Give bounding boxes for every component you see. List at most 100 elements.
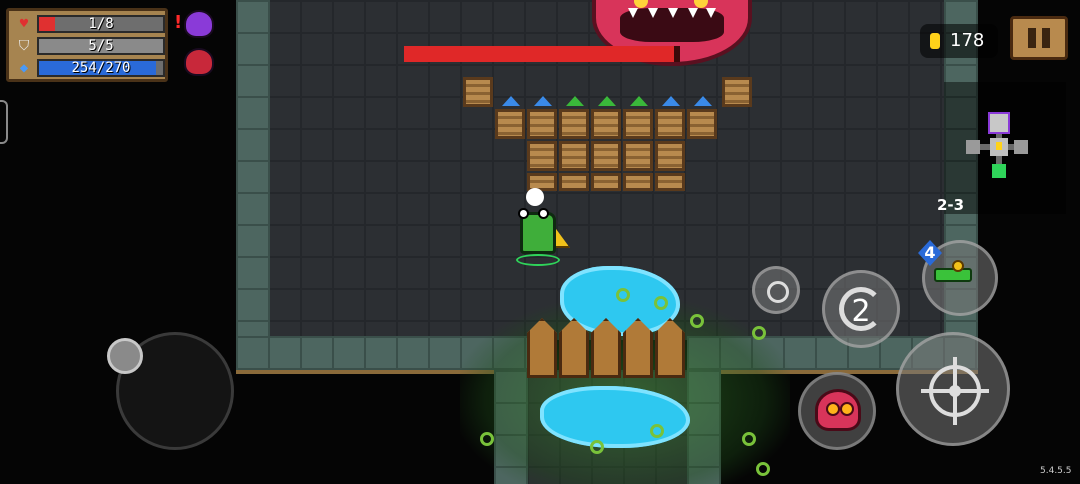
gold-coin-icon xyxy=(930,33,940,49)
spike-trap xyxy=(630,96,648,106)
wooden-crate xyxy=(655,141,685,171)
fence-stake xyxy=(655,318,685,378)
smiley-icon xyxy=(767,281,789,303)
wooden-crate xyxy=(722,77,752,107)
spike-trap xyxy=(694,96,712,106)
armor-value: 5/5 xyxy=(88,38,114,54)
energy-gem-icon: ◆ xyxy=(19,60,29,76)
boss-mouth xyxy=(620,8,724,42)
poison-swirl xyxy=(742,432,756,446)
wooden-crate xyxy=(591,109,621,139)
crosshair-center xyxy=(949,385,961,397)
poison-swirl xyxy=(590,440,604,454)
player-eye xyxy=(538,208,549,219)
spike-trap xyxy=(566,96,584,106)
wooden-crate xyxy=(623,141,653,171)
wooden-crate xyxy=(591,141,621,171)
spike-trap xyxy=(502,96,520,106)
health-bar: 1/8 xyxy=(37,15,165,33)
boss-tooth xyxy=(628,8,638,18)
heart-icon: ♥ xyxy=(19,16,29,32)
pause-icon xyxy=(1028,28,1036,48)
boss-tooth xyxy=(668,8,678,18)
poison-swirl xyxy=(650,424,664,438)
purple-demon-buff-icon xyxy=(184,10,214,38)
left-wall xyxy=(236,0,270,370)
energy-value: 254/270 xyxy=(71,60,131,76)
shield-icon: ⛉ xyxy=(18,38,30,54)
boss-eye xyxy=(634,0,648,8)
skill-button[interactable]: 2 xyxy=(822,270,900,348)
spike-trap xyxy=(534,96,552,106)
red-monster-pet-icon xyxy=(815,389,861,431)
pet-eye xyxy=(840,402,854,416)
health-value: 1/8 xyxy=(88,16,114,32)
spike-trap xyxy=(662,96,680,106)
gold-counter: 178 xyxy=(920,24,998,58)
weapon-energy-cost: 4 xyxy=(924,243,936,262)
pet-eye xyxy=(826,402,840,416)
player-stats-panel: ♥ 1/8 ⛉ 5/5 ◆ 254/270 xyxy=(6,8,168,82)
attack-button[interactable] xyxy=(896,332,1010,446)
fence-stake xyxy=(623,318,653,378)
boss-eye xyxy=(694,0,708,8)
wooden-crate xyxy=(623,173,653,191)
wooden-crate xyxy=(655,173,685,191)
wooden-crate xyxy=(687,109,717,139)
wooden-fence xyxy=(527,318,687,382)
wooden-crate xyxy=(527,141,557,171)
pause-icon xyxy=(1042,28,1050,48)
wooden-crate xyxy=(591,173,621,191)
player-eye xyxy=(518,208,529,219)
pet-skill-button[interactable] xyxy=(798,372,876,450)
spike-trap xyxy=(598,96,616,106)
game-screen: ♥ 1/8 ⛉ 5/5 ◆ 254/270 ! 178 2-3 2 4 5.4.… xyxy=(0,0,1080,484)
minimap-room xyxy=(966,140,980,154)
version-label: 5.4.5.5 xyxy=(1040,466,1072,476)
poison-swirl xyxy=(690,314,704,328)
red-demon-buff-icon xyxy=(184,48,214,76)
health-row: ♥ 1/8 xyxy=(15,15,165,33)
boss-health-fill xyxy=(404,46,675,62)
boss-tooth xyxy=(706,8,716,18)
energy-row: ◆ 254/270 xyxy=(15,59,165,77)
boss-tooth xyxy=(648,8,658,18)
minimap-room xyxy=(1014,140,1028,154)
armor-row: ⛉ 5/5 xyxy=(15,37,165,55)
armor-bar: 5/5 xyxy=(37,37,165,55)
boss-tooth xyxy=(688,8,698,18)
wooden-crate xyxy=(463,77,493,107)
energy-bar: 254/270 xyxy=(37,59,165,77)
boss-health-bar xyxy=(404,46,680,62)
minimap-boss-room xyxy=(988,112,1010,134)
player-character xyxy=(510,202,570,266)
wooden-crate xyxy=(559,109,589,139)
fence-stake xyxy=(527,318,557,378)
level-indicator: 2-3 xyxy=(937,196,965,214)
gold-value: 178 xyxy=(950,30,985,51)
minimap[interactable] xyxy=(944,82,1066,214)
wooden-crate xyxy=(495,109,525,139)
side-drawer-handle[interactable] xyxy=(0,100,8,144)
water-gun-tank xyxy=(952,260,964,272)
minimap-player-marker xyxy=(996,142,1002,150)
minimap-start-room xyxy=(992,164,1006,178)
joystick-knob[interactable] xyxy=(107,338,143,374)
poison-swirl xyxy=(480,432,494,446)
wooden-crate xyxy=(559,173,589,191)
wooden-crate xyxy=(527,109,557,139)
pause-button[interactable] xyxy=(1010,16,1068,60)
buff-alert-mark: ! xyxy=(174,12,183,33)
player-shadow-ring xyxy=(516,254,560,266)
poison-swirl xyxy=(752,326,766,340)
wooden-crate xyxy=(655,109,685,139)
emote-button[interactable] xyxy=(752,266,800,314)
poison-swirl xyxy=(756,462,770,476)
fence-stake xyxy=(591,318,621,378)
poison-swirl xyxy=(616,288,630,302)
skill-charges: 2 xyxy=(851,294,871,329)
fence-stake xyxy=(559,318,589,378)
wooden-crate xyxy=(623,109,653,139)
poison-swirl xyxy=(654,296,668,310)
wooden-crate xyxy=(559,141,589,171)
